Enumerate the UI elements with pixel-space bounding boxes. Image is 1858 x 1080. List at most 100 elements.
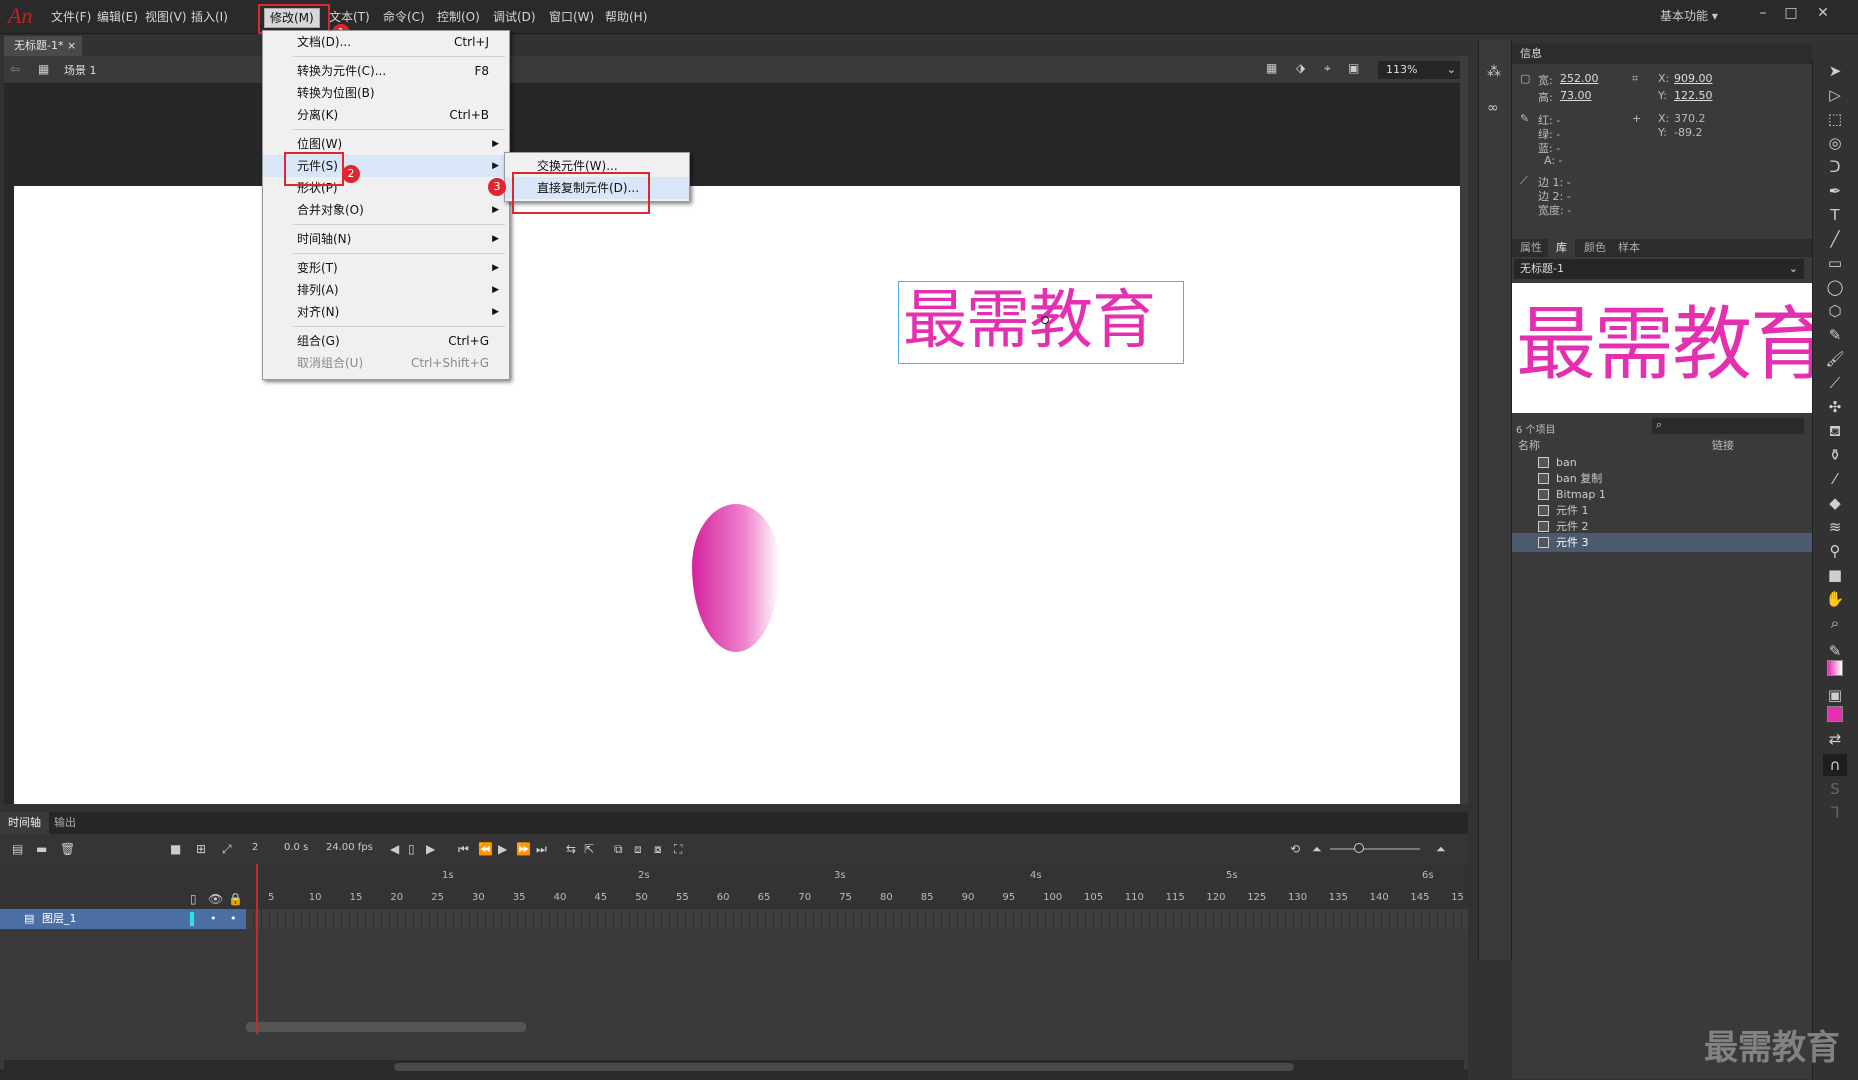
smooth-icon[interactable]: S bbox=[1823, 778, 1847, 800]
camera-tool-icon[interactable]: ■ bbox=[1823, 564, 1847, 586]
eyedropper-tool-icon[interactable]: ⁄ bbox=[1823, 468, 1847, 490]
tab-timeline[interactable]: 时间轴 bbox=[0, 812, 49, 834]
text-tool-icon[interactable]: T bbox=[1823, 204, 1847, 226]
frame-ruler[interactable]: 5 10 15 20 25 30 35 40 45 50 55 60 65 70 75 80 85 90 95 100… bbox=[246, 864, 1468, 909]
width-value[interactable]: 252.00 bbox=[1560, 72, 1599, 85]
last-frame-icon[interactable]: ⏭ bbox=[536, 842, 547, 857]
zoom-out-icon[interactable]: ⏶ bbox=[1312, 842, 1322, 857]
menu-item-timeline[interactable]: 时间轴(N) ▶ bbox=[263, 228, 509, 250]
eraser-tool-icon[interactable]: ◆ bbox=[1823, 492, 1847, 514]
menu-item-break-apart[interactable]: 分离(K) Ctrl+B bbox=[263, 104, 509, 126]
stage-canvas[interactable] bbox=[14, 186, 1460, 804]
layer-frames[interactable] bbox=[246, 909, 1468, 929]
text-symbol-instance[interactable]: 最需教育 bbox=[898, 281, 1184, 364]
menu-item-document[interactable]: 文档(D)... Ctrl+J bbox=[263, 31, 509, 53]
x-value[interactable]: 909.00 bbox=[1674, 72, 1713, 85]
minimize-button[interactable]: – bbox=[1752, 4, 1774, 22]
loop-icon[interactable]: ⇆ bbox=[566, 842, 576, 856]
stroke-color-swatch[interactable] bbox=[1827, 660, 1843, 676]
snap-to-objects-icon[interactable]: ∩ bbox=[1823, 754, 1847, 776]
library-document-select[interactable]: 无标题-1 ⌄ bbox=[1514, 259, 1804, 279]
fill-color-swatch[interactable] bbox=[1827, 706, 1843, 722]
close-icon[interactable]: × bbox=[67, 39, 76, 52]
swap-colors-icon[interactable]: ⇄ bbox=[1823, 728, 1847, 750]
menu-item-group[interactable]: 组合(G) Ctrl+G bbox=[263, 330, 509, 352]
layer-row[interactable]: ▤ 图层_1 • • bbox=[0, 909, 246, 929]
zoom-select[interactable]: 113% ⌄ bbox=[1378, 61, 1462, 79]
motion-presets-icon[interactable]: ⁂ bbox=[1487, 64, 1501, 80]
tab-library[interactable]: 库 bbox=[1548, 239, 1575, 257]
onion-skin-icon[interactable]: ⧉ bbox=[614, 842, 623, 857]
step-forward-icon[interactable]: ⏩ bbox=[516, 842, 531, 856]
polystar-tool-icon[interactable]: ⬡ bbox=[1823, 300, 1847, 322]
first-frame-icon[interactable]: ⏮ bbox=[458, 842, 469, 857]
frame-zoom-handle[interactable] bbox=[1354, 843, 1364, 853]
outline-column-icon[interactable]: ▯ bbox=[190, 892, 197, 906]
zoom-in-icon[interactable]: ⏶ bbox=[1436, 842, 1446, 857]
menu-commands[interactable]: 命令(C) bbox=[378, 8, 430, 28]
menu-text[interactable]: 文本(T) bbox=[324, 8, 375, 28]
straighten-icon[interactable]: ᒣ bbox=[1823, 802, 1847, 824]
library-search-input[interactable]: ⌕ bbox=[1652, 418, 1804, 434]
onion-outline-icon[interactable]: ⧈ bbox=[634, 842, 642, 857]
cc-libraries-icon[interactable]: ∞ bbox=[1487, 100, 1499, 116]
fill-color-icon[interactable]: ▣ bbox=[1823, 684, 1847, 706]
edit-multiple-frames-icon[interactable]: ⧇ bbox=[654, 842, 662, 857]
center-stage-icon[interactable]: ⌖ bbox=[1324, 61, 1331, 76]
subselection-tool-icon[interactable]: ▷ bbox=[1823, 84, 1847, 106]
parenting-icon[interactable]: ⊞ bbox=[196, 842, 206, 856]
menu-debug[interactable]: 调试(D) bbox=[488, 8, 541, 28]
clip-stage-icon[interactable]: ▣ bbox=[1348, 61, 1359, 75]
menu-file[interactable]: 文件(F) bbox=[46, 8, 96, 28]
menu-item-convert-to-bitmap[interactable]: 转换为位图(B) bbox=[263, 82, 509, 104]
edit-symbol-icon[interactable]: ⬗ bbox=[1296, 61, 1305, 75]
frame-zoom-slider[interactable] bbox=[1330, 848, 1420, 850]
maximize-button[interactable]: □ bbox=[1780, 4, 1802, 22]
3d-rotation-tool-icon[interactable]: ◎ bbox=[1823, 132, 1847, 154]
center-frame-icon[interactable]: ⇱ bbox=[584, 842, 594, 856]
prev-keyframe-icon[interactable]: ◀ bbox=[390, 842, 399, 856]
graph-icon[interactable]: ⤢ bbox=[222, 842, 232, 857]
playhead[interactable] bbox=[256, 864, 258, 1034]
menu-edit[interactable]: 编辑(E) bbox=[92, 8, 143, 28]
close-button[interactable]: ✕ bbox=[1812, 4, 1834, 22]
new-layer-icon[interactable]: ▤ bbox=[12, 842, 23, 856]
free-transform-tool-icon[interactable]: ⬚ bbox=[1823, 108, 1847, 130]
menu-help[interactable]: 帮助(H) bbox=[600, 8, 652, 28]
menu-item-combine-objects[interactable]: 合并对象(O) ▶ bbox=[263, 199, 509, 221]
visibility-dot-icon[interactable]: • bbox=[210, 909, 217, 929]
menu-item-convert-to-symbol[interactable]: 转换为元件(C)... F8 bbox=[263, 60, 509, 82]
zoom-tool-icon[interactable]: ⌕ bbox=[1823, 612, 1847, 634]
scene-name[interactable]: 场景 1 bbox=[64, 62, 97, 78]
stroke-color-icon[interactable]: ✎ bbox=[1823, 640, 1847, 662]
library-item[interactable]: 元件 3 bbox=[1512, 533, 1812, 552]
menu-insert[interactable]: 插入(I) bbox=[186, 8, 233, 28]
menu-view[interactable]: 视图(V) bbox=[140, 8, 192, 28]
oval-tool-icon[interactable]: ◯ bbox=[1823, 276, 1847, 298]
width-tool-icon[interactable]: ≋ bbox=[1823, 516, 1847, 538]
paint-bucket-icon[interactable]: ⛾ bbox=[1823, 420, 1847, 442]
stage-vertical-scrollbar[interactable] bbox=[1460, 56, 1468, 804]
play-icon[interactable]: ▶ bbox=[498, 842, 507, 856]
document-tab[interactable]: 无标题-1* × bbox=[4, 36, 82, 56]
next-keyframe-icon[interactable]: ▶ bbox=[426, 842, 435, 856]
eye-icon[interactable]: 👁 bbox=[208, 892, 223, 906]
menu-window[interactable]: 窗口(W) bbox=[544, 8, 599, 28]
lock-icon[interactable]: 🔒 bbox=[228, 892, 243, 906]
pencil-tool-icon[interactable]: ✎ bbox=[1823, 324, 1847, 346]
menu-item-arrange[interactable]: 排列(A) ▶ bbox=[263, 279, 509, 301]
new-folder-icon[interactable]: ▬ bbox=[36, 842, 47, 856]
ink-bottle-icon[interactable]: ⚱ bbox=[1823, 444, 1847, 466]
tab-properties[interactable]: 属性 bbox=[1512, 239, 1550, 257]
stage-horizontal-scrollbar[interactable] bbox=[4, 1060, 1464, 1074]
edit-scene-icon[interactable]: ▦ bbox=[1266, 61, 1277, 75]
bone-tool-icon[interactable]: ✣ bbox=[1823, 396, 1847, 418]
lasso-tool-icon[interactable]: ᑐ bbox=[1823, 156, 1847, 178]
modify-markers-icon[interactable]: ⛶ bbox=[674, 842, 682, 857]
lock-dot-icon[interactable]: • bbox=[230, 909, 237, 929]
refresh-icon[interactable]: ⟲ bbox=[1290, 842, 1300, 856]
menu-item-align[interactable]: 对齐(N) ▶ bbox=[263, 301, 509, 323]
height-value[interactable]: 73.00 bbox=[1560, 89, 1592, 102]
hand-tool-icon[interactable]: ✋ bbox=[1823, 588, 1847, 610]
menu-item-ungroup[interactable]: 取消组合(U) Ctrl+Shift+G bbox=[263, 352, 509, 374]
